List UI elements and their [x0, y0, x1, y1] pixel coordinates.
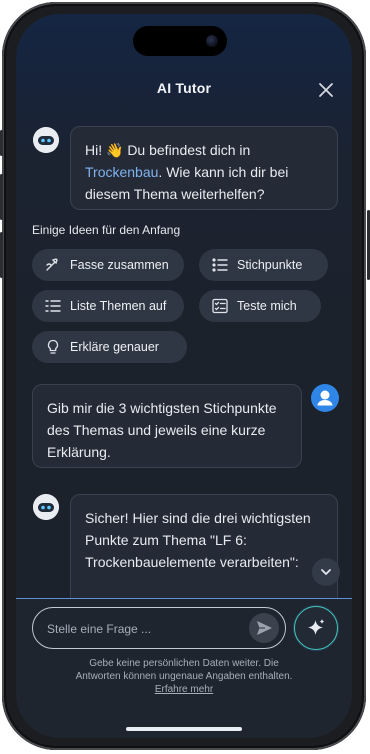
question-input[interactable] — [45, 618, 239, 640]
phone-volume-up — [0, 174, 3, 220]
phone-side-button — [0, 130, 3, 156]
message-text: Gib mir die 3 wichtigsten Stichpunkte de… — [47, 400, 277, 460]
chip-label: Fasse zusammen — [70, 258, 169, 272]
page-title: AI Tutor — [156, 80, 212, 96]
bot-message-bubble: Hi! 👋 Du befindest dich in Trockenbau. W… — [70, 126, 338, 210]
list-icon — [44, 297, 62, 315]
close-icon[interactable] — [314, 78, 338, 102]
chip-teste-mich[interactable]: Teste mich — [199, 290, 321, 322]
bullet-list-icon — [211, 256, 229, 274]
disclaimer-text: Gebe keine persönlichen Daten weiter. Di… — [75, 658, 293, 682]
app-screen: AI Tutor Hi! 👋 Du befindest dich in Troc… — [16, 14, 352, 738]
sparkle-icon[interactable] — [294, 606, 338, 650]
chip-label: Teste mich — [237, 299, 297, 313]
phone-volume-down — [0, 232, 3, 278]
home-indicator — [126, 727, 242, 731]
summarize-icon — [44, 256, 62, 274]
camera-icon — [206, 35, 218, 47]
disclaimer: Gebe keine persönlichen Daten weiter. Di… — [66, 657, 302, 696]
chip-erklaere-genauer[interactable]: Erkläre genauer — [32, 331, 187, 363]
message-text: Sicher! Hier sind die drei wichtigsten P… — [85, 510, 311, 570]
chip-label: Liste Themen auf — [70, 299, 167, 313]
send-icon[interactable] — [249, 613, 279, 643]
composer-area: Gebe keine persönlichen Daten weiter. Di… — [16, 598, 352, 738]
topic-link[interactable]: Trockenbau — [85, 164, 158, 180]
chip-liste-themen-auf[interactable]: Liste Themen auf — [32, 290, 184, 322]
chip-stichpunkte[interactable]: Stichpunkte — [199, 249, 328, 281]
learn-more-link[interactable]: Erfahre mehr — [155, 684, 213, 695]
dynamic-island — [133, 26, 227, 56]
chevron-down-icon[interactable] — [312, 558, 340, 586]
user-icon — [311, 384, 339, 412]
chip-label: Stichpunkte — [237, 258, 303, 272]
quiz-icon — [211, 297, 229, 315]
robot-icon — [33, 127, 59, 153]
message-text: Hi! 👋 Du befindest dich in — [85, 142, 251, 158]
robot-icon — [33, 494, 59, 520]
chip-label: Erkläre genauer — [70, 340, 159, 354]
user-message-bubble: Gib mir die 3 wichtigsten Stichpunkte de… — [32, 384, 302, 468]
ideas-heading: Einige Ideen für den Anfang — [32, 223, 181, 237]
question-input-wrapper — [32, 607, 286, 649]
lightbulb-icon — [44, 338, 62, 356]
chip-fasse-zusammen[interactable]: Fasse zusammen — [32, 249, 184, 281]
